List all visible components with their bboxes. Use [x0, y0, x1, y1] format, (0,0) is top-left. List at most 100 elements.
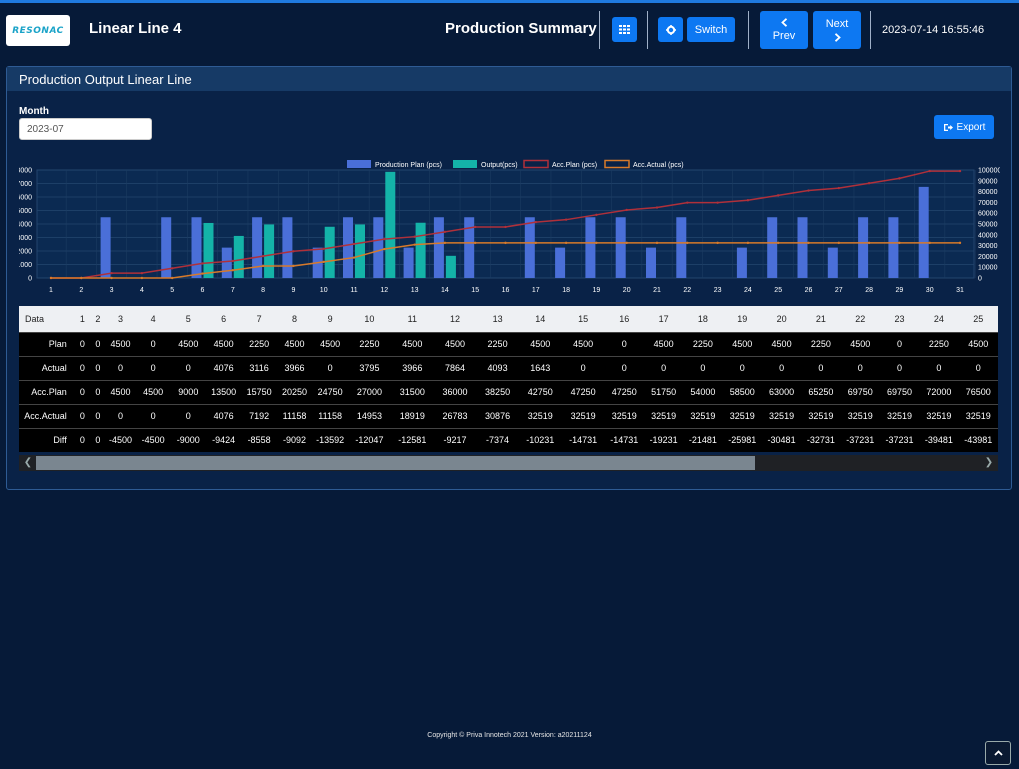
table-cell: 13500 [205, 379, 242, 404]
production-chart: 0100020003000400050006000700080000100002… [19, 159, 1000, 294]
table-cell: -9424 [205, 427, 242, 452]
y-right-tick-label: 10000 [978, 265, 998, 272]
switch-button[interactable]: Switch [687, 17, 735, 42]
table-cell: 4500 [135, 379, 171, 404]
line-point [898, 177, 901, 180]
data-table: Data 1 2 3 4 5 6 7 8 9 10 11 12 13 14 15 16 17 18 19 20 21 22 2… [19, 306, 998, 452]
table-cell: 32519 [643, 403, 684, 428]
line-point [655, 241, 659, 245]
table-cell: 0 [561, 355, 605, 380]
bar-plan [433, 217, 444, 278]
current-datetime: 2023-07-14 16:55:46 [882, 24, 985, 36]
table-cell: -9217 [433, 427, 477, 452]
table-cell: 4500 [643, 331, 684, 356]
line-point [837, 241, 840, 245]
bar-output [445, 255, 456, 278]
next-label: Next [825, 18, 849, 30]
x-tick-label: 28 [865, 287, 873, 294]
prev-button[interactable]: Prev [760, 11, 808, 49]
legend-label: Acc.Actual (pcs) [633, 162, 684, 169]
y-right-tick-label: 0 [978, 276, 982, 283]
y-left-tick-label: 7000 [19, 181, 32, 188]
table-cell: 0 [135, 355, 171, 380]
table-cell: 0 [74, 331, 91, 356]
line-point [443, 230, 447, 234]
table-cell: -37231 [879, 427, 920, 452]
bar-output [324, 226, 335, 278]
table-row: Acc.Plan 0 0 4500 4500 9000 13500 15750 20250 247… [19, 379, 998, 404]
line-point [807, 241, 810, 245]
y-left-tick-label: 5000 [19, 208, 32, 215]
line-name: Linear Line 4 [89, 20, 182, 37]
table-header-cell: 25 [973, 313, 984, 324]
back-to-top-button[interactable] [985, 741, 1011, 765]
line-point [201, 262, 204, 265]
month-input[interactable] [19, 118, 152, 140]
table-header-cell: Data [25, 313, 45, 324]
legend-swatch [453, 160, 477, 168]
line-point [504, 241, 507, 245]
scrollbar-thumb[interactable] [36, 456, 755, 470]
table-cell: 63000 [761, 379, 802, 404]
export-icon [943, 123, 953, 131]
table-cell: 0 [801, 355, 841, 380]
bar-plan [918, 186, 929, 278]
bar-plan [252, 217, 263, 278]
y-left-tick-label: 6000 [19, 195, 32, 202]
line-point [292, 250, 295, 253]
table-header-cell: 18 [697, 313, 708, 324]
line-point [716, 241, 719, 245]
table-cell: 0 [604, 355, 644, 380]
x-tick-label: 23 [714, 287, 722, 294]
table-cell: 3966 [390, 355, 434, 380]
table-cell: -14731 [561, 427, 605, 452]
bar-plan [555, 247, 566, 278]
table-cell: 20250 [276, 379, 313, 404]
table-header-cell: 13 [492, 313, 503, 324]
table-cell: -39481 [919, 427, 959, 452]
y-right-tick-label: 30000 [978, 243, 998, 250]
table-cell: 38250 [476, 379, 519, 404]
x-tick-label: 8 [261, 287, 265, 294]
table-cell: -12581 [390, 427, 434, 452]
table-cell: 69750 [840, 379, 880, 404]
table-cell: 32519 [761, 403, 802, 428]
line-point [110, 276, 113, 280]
table-cell: -9000 [170, 427, 206, 452]
x-tick-label: 16 [502, 287, 510, 294]
line-point [807, 189, 810, 192]
bar-output [415, 222, 426, 278]
x-tick-label: 5 [170, 287, 174, 294]
table-cell: 4093 [476, 355, 519, 380]
table-cell: 4500 [105, 331, 136, 356]
line-point [777, 194, 780, 197]
x-tick-label: 18 [562, 287, 570, 294]
table-cell: 32519 [561, 403, 605, 428]
scroll-left-icon[interactable]: ❮ [21, 456, 35, 470]
horizontal-scrollbar[interactable]: ❮ ❯ [19, 455, 998, 471]
y-right-tick-label: 40000 [978, 232, 998, 239]
table-header-cell: 15 [578, 313, 589, 324]
table-cell: 30876 [476, 403, 519, 428]
resonac-logo: RESONAC [6, 15, 70, 46]
settings-button[interactable] [658, 17, 683, 42]
table-header-cell: 10 [364, 313, 375, 324]
export-button[interactable]: Export [934, 115, 994, 139]
table-cell: 4500 [312, 331, 348, 356]
table-header-cell: 19 [737, 313, 748, 324]
bar-plan [676, 217, 687, 278]
grid-view-button[interactable] [612, 17, 637, 42]
table-cell: 0 [722, 355, 762, 380]
table-cell: 4076 [205, 403, 242, 428]
table-header-cell: 17 [658, 313, 669, 324]
line-point [231, 269, 234, 272]
table-cell: 72000 [919, 379, 959, 404]
table-cell: 76500 [958, 379, 998, 404]
table-cell: 32519 [840, 403, 880, 428]
scroll-right-icon[interactable]: ❯ [982, 456, 996, 470]
table-cell: 0 [604, 331, 644, 356]
next-button[interactable]: Next [813, 11, 861, 49]
panel-title: Production Output Linear Line [7, 67, 1011, 91]
table-cell: 2250 [683, 331, 723, 356]
table-cell: 0 [90, 379, 106, 404]
